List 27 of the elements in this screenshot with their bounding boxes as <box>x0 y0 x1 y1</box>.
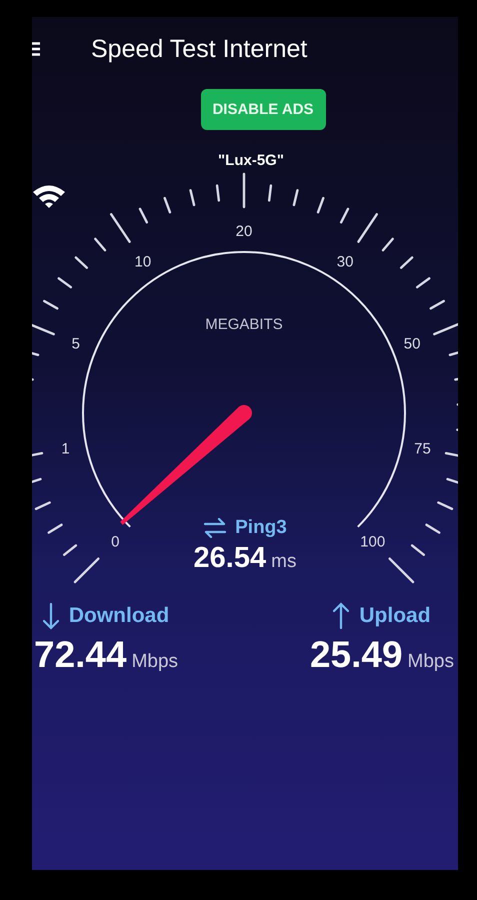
scale-label: 50 <box>404 335 420 352</box>
scale-label: 10 <box>134 254 152 271</box>
ping-unit: ms <box>271 551 296 573</box>
download-unit: Mbps <box>132 651 178 673</box>
disable-ads-button[interactable]: DISABLE ADS <box>200 89 326 130</box>
up-arrow-icon <box>333 602 350 630</box>
ping-value: 26.54 <box>194 542 266 575</box>
scale-label: 5 <box>72 335 80 352</box>
network-name: "Lux-5G" <box>217 152 285 169</box>
ping-label: Ping3 <box>235 517 287 539</box>
scale-label: 75 <box>414 440 431 458</box>
upload-label: Upload <box>359 604 431 628</box>
app-title: Speed Test Internet <box>91 34 308 64</box>
upload-unit: Mbps <box>408 651 454 673</box>
scale-label: 30 <box>336 254 354 271</box>
wifi-icon <box>32 183 66 209</box>
download-value: 72.44 <box>34 634 127 676</box>
unit-label: MEGABITS <box>205 316 283 333</box>
scale-label: 0 <box>111 534 120 551</box>
menu-icon[interactable] <box>32 42 41 56</box>
swap-icon <box>203 518 228 538</box>
scale-label: 1 <box>61 440 70 458</box>
down-arrow-icon <box>42 602 59 630</box>
scale-label: 100 <box>360 534 386 551</box>
download-label: Download <box>68 604 170 628</box>
scale-label: 20 <box>236 223 252 240</box>
upload-value: 25.49 <box>310 634 403 676</box>
